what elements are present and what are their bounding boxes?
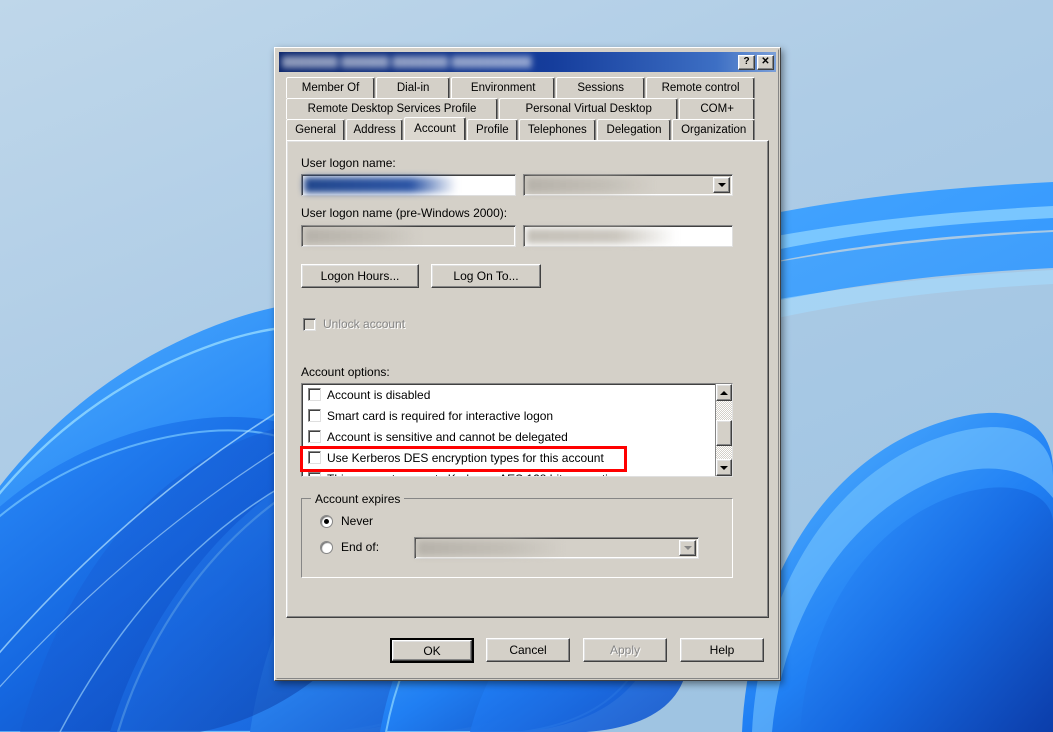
tab-sessions[interactable]: Sessions xyxy=(556,77,646,98)
tab-row-2-filler xyxy=(756,98,768,119)
account-option-checkbox[interactable] xyxy=(308,472,321,476)
window-title: ███████ ██████ ███████ ██████████ xyxy=(282,56,532,68)
desktop: ███████ ██████ ███████ ██████████ ? ✕ Me… xyxy=(0,0,1053,732)
arrow-down-icon xyxy=(720,465,728,470)
account-option-row[interactable]: Use Kerberos DES encryption types for th… xyxy=(302,447,732,468)
tab-row-1: Member Of Dial-in Environment Sessions R… xyxy=(286,77,769,98)
end-of-date-picker[interactable] xyxy=(414,537,699,559)
tab-row-2: Remote Desktop Services Profile Personal… xyxy=(286,98,769,119)
account-option-label: This account supports Kerberos AES 128 b… xyxy=(327,472,621,477)
account-option-label: Smart card is required for interactive l… xyxy=(327,408,554,423)
tab-remote-control[interactable]: Remote control xyxy=(646,77,755,98)
end-of-label: End of: xyxy=(341,540,380,554)
tab-environment[interactable]: Environment xyxy=(451,77,556,98)
scroll-up-button[interactable] xyxy=(716,384,732,401)
log-on-to-button[interactable]: Log On To... xyxy=(431,264,541,288)
account-properties-dialog: ███████ ██████ ███████ ██████████ ? ✕ Me… xyxy=(274,47,781,681)
user-logon-name-input[interactable] xyxy=(301,174,516,196)
tab-row-3: General Address Account Profile Telephon… xyxy=(286,117,769,141)
tab-account[interactable]: Account xyxy=(404,117,466,140)
user-logon-name-value xyxy=(304,177,458,193)
unlock-account-checkbox[interactable] xyxy=(303,317,316,331)
tab-dial-in[interactable]: Dial-in xyxy=(376,77,451,98)
user-logon-name-pre2000-label: User logon name (pre-Windows 2000): xyxy=(301,206,508,220)
account-expires-end-of-row[interactable]: End of: xyxy=(320,540,379,554)
account-tab-panel: User logon name: User logon name (pre-Wi… xyxy=(286,140,769,618)
tab-general[interactable]: General xyxy=(286,119,346,140)
account-option-checkbox[interactable] xyxy=(308,409,321,422)
tab-row-1-filler xyxy=(756,77,768,98)
tab-row-3-filler xyxy=(756,119,768,140)
help-button[interactable]: Help xyxy=(680,638,764,662)
tab-delegation[interactable]: Delegation xyxy=(596,119,672,140)
never-label: Never xyxy=(341,514,374,528)
unlock-account-label: Unlock account xyxy=(323,317,406,331)
account-option-checkbox[interactable] xyxy=(308,388,321,401)
cancel-button[interactable]: Cancel xyxy=(486,638,570,662)
account-expires-group-label: Account expires xyxy=(311,492,405,506)
scroll-down-button[interactable] xyxy=(716,459,732,476)
chevron-down-icon xyxy=(717,183,726,187)
tab-address[interactable]: Address xyxy=(346,119,404,140)
tab-remote-desktop-services-profile[interactable]: Remote Desktop Services Profile xyxy=(286,98,499,119)
title-bar[interactable]: ███████ ██████ ███████ ██████████ ? ✕ xyxy=(279,52,776,72)
dialog-inner-frame: ███████ ██████ ███████ ██████████ ? ✕ Me… xyxy=(276,49,779,679)
never-radio[interactable] xyxy=(320,514,333,528)
account-option-row-sensitive-delegation[interactable]: Account is sensitive and cannot be deleg… xyxy=(302,426,732,447)
account-option-row[interactable]: This account supports Kerberos AES 128 b… xyxy=(302,468,732,476)
user-logon-suffix-dropdown-button[interactable] xyxy=(713,177,730,193)
account-options-scrollbar[interactable] xyxy=(715,384,732,476)
account-option-row[interactable]: Account is disabled xyxy=(302,384,732,405)
user-logon-name-suffix-value xyxy=(526,177,655,193)
pre2000-domain-value xyxy=(304,228,422,244)
unlock-account-row[interactable]: Unlock account xyxy=(303,317,405,331)
account-option-checkbox[interactable] xyxy=(308,451,321,464)
end-of-date-value xyxy=(417,540,565,556)
end-of-radio[interactable] xyxy=(320,540,333,554)
tab-com-plus[interactable]: COM+ xyxy=(679,98,755,119)
tab-member-of[interactable]: Member Of xyxy=(286,77,376,98)
help-title-button[interactable]: ? xyxy=(738,54,755,70)
close-icon[interactable]: ✕ xyxy=(757,54,774,70)
ok-button[interactable]: OK xyxy=(390,638,474,663)
pre2000-logon-name-value xyxy=(526,228,676,244)
scrollbar-thumb[interactable] xyxy=(716,420,732,446)
tab-profile[interactable]: Profile xyxy=(466,119,518,140)
ok-button-label: OK xyxy=(423,643,441,658)
arrow-up-icon xyxy=(720,390,728,395)
tab-organization[interactable]: Organization xyxy=(672,119,755,140)
end-of-dropdown-button[interactable] xyxy=(679,540,696,556)
pre2000-logon-name-input[interactable] xyxy=(523,225,733,247)
account-expires-never-row[interactable]: Never xyxy=(320,514,373,528)
logon-hours-button[interactable]: Logon Hours... xyxy=(301,264,419,288)
account-option-label: Account is disabled xyxy=(327,387,431,402)
tab-telephones[interactable]: Telephones xyxy=(518,119,596,140)
account-expires-group: Account expires Never End of: xyxy=(301,492,733,578)
chevron-down-icon xyxy=(683,546,692,550)
account-option-row[interactable]: Smart card is required for interactive l… xyxy=(302,405,732,426)
user-logon-name-suffix-combo[interactable] xyxy=(523,174,733,196)
account-options-listbox[interactable]: Account is disabled Smart card is requir… xyxy=(301,383,733,477)
apply-button: Apply xyxy=(583,638,667,662)
account-option-checkbox[interactable] xyxy=(308,430,321,443)
tab-personal-virtual-desktop[interactable]: Personal Virtual Desktop xyxy=(499,98,679,119)
user-logon-name-label: User logon name: xyxy=(301,156,396,170)
ok-button-face: OK xyxy=(392,640,472,661)
account-option-label: Use Kerberos DES encryption types for th… xyxy=(327,450,604,465)
pre2000-domain-input[interactable] xyxy=(301,225,516,247)
account-option-label: Account is sensitive and cannot be deleg… xyxy=(327,429,568,444)
account-options-label: Account options: xyxy=(301,365,390,379)
